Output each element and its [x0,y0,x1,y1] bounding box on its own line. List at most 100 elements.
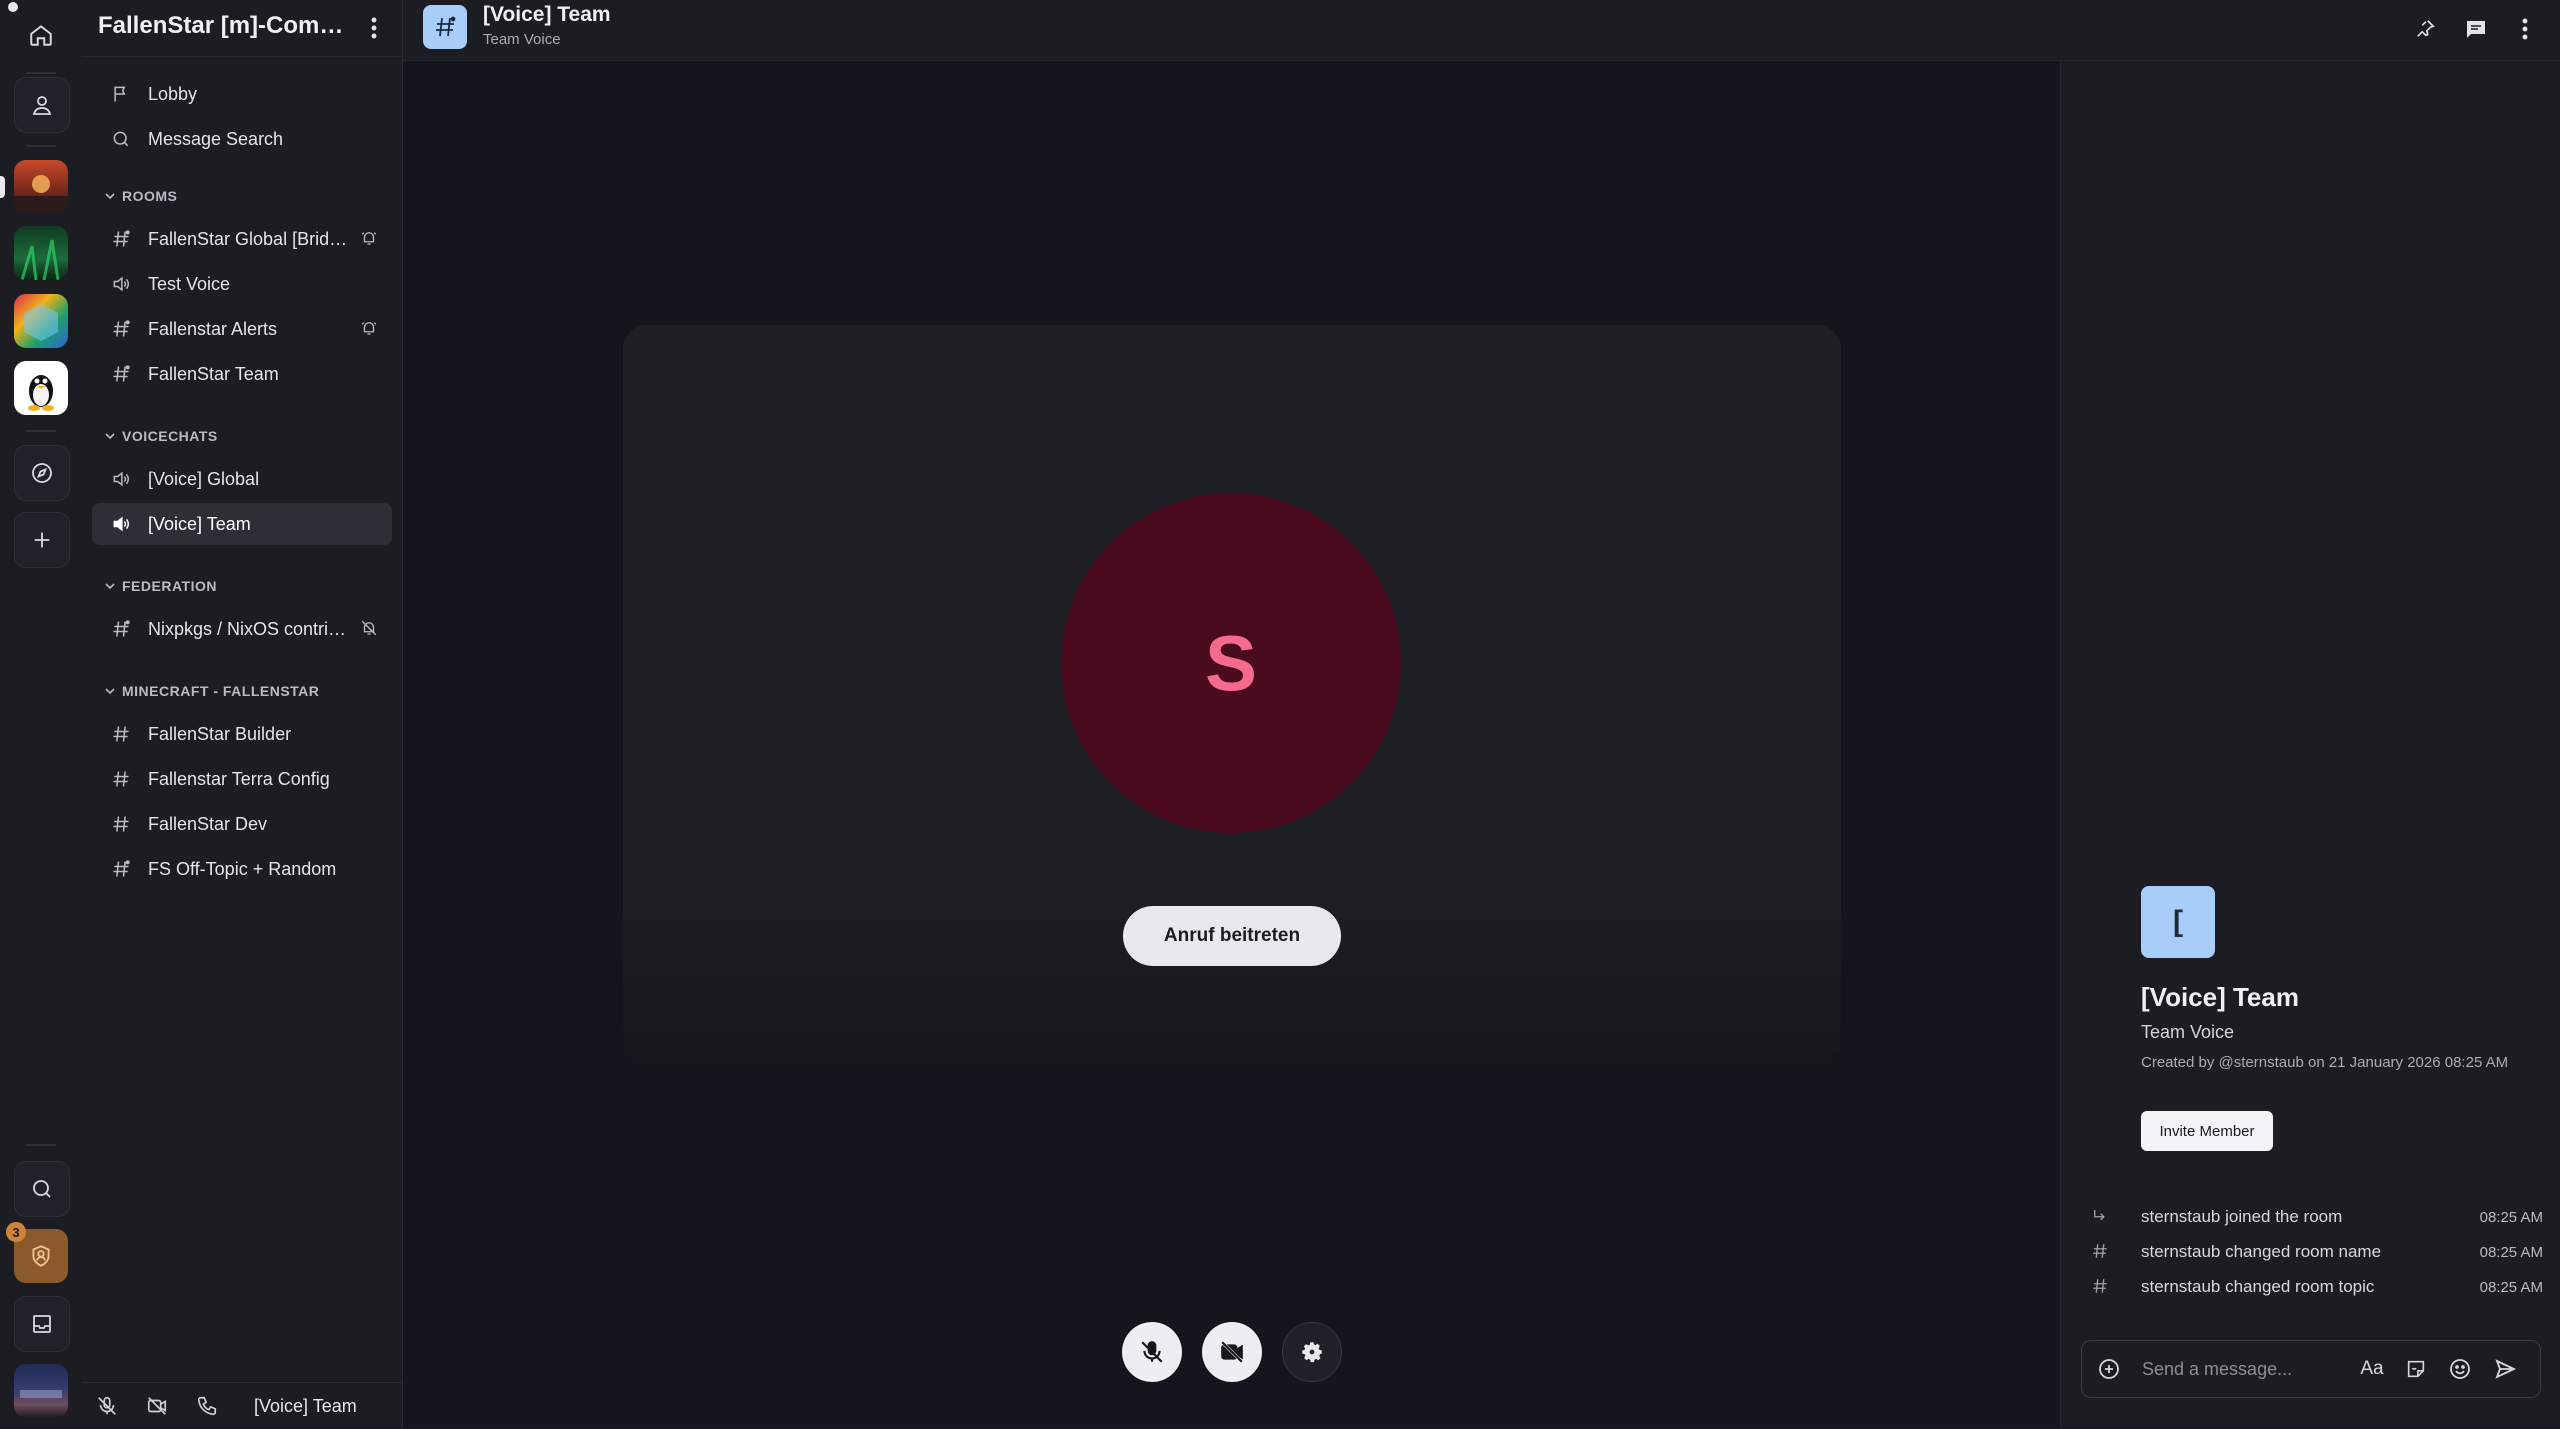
create-space-button[interactable] [14,512,70,568]
room-item-fallenstar-dev[interactable]: FallenStar Dev [92,803,392,845]
join-call-button[interactable]: Anruf beitreten [1123,906,1341,966]
room-chat-panel: [ [Voice] Team Team Voice Created by @st… [2060,61,2560,1428]
hash-icon [108,859,134,879]
room-info-name: [Voice] Team [2141,982,2299,1012]
arrow-join-icon [2091,1207,2109,1225]
rail-divider [26,72,56,74]
invite-member-button[interactable]: Invite Member [2141,1111,2273,1151]
rail-divider [26,430,56,432]
category-voicechats[interactable]: VOICECHATS [104,426,218,446]
event-text: sternstaub changed room topic [2141,1277,2375,1296]
attach-button[interactable] [2094,1354,2124,1384]
message-composer: Aa [2081,1340,2541,1398]
hash-icon [108,724,134,744]
explore-button[interactable] [14,445,70,501]
category-label: ROOMS [122,188,178,204]
direct-messages-button[interactable] [14,77,70,133]
room-item-test-voice[interactable]: Test Voice [92,263,392,305]
room-label: FS Off-Topic + Random [148,858,337,879]
room-label: Test Voice [148,273,231,294]
room-label: Fallenstar Alerts [148,318,278,339]
category-rooms[interactable]: ROOMS [104,186,177,206]
plus-circle-icon [2097,1357,2121,1381]
camera-toggle-button[interactable] [132,1383,182,1429]
room-menu-button[interactable] [2510,14,2540,44]
room-label: FallenStar Team [148,363,279,384]
send-button[interactable] [2490,1354,2520,1384]
speaker-icon [108,469,134,489]
video-off-icon [146,1395,168,1417]
home-icon [28,22,54,48]
message-input[interactable] [2140,1354,2354,1384]
more-vertical-icon [371,17,377,39]
hash-icon [2091,1277,2109,1295]
hash-icon [108,814,134,834]
search-button[interactable] [14,1161,70,1217]
call-settings-button[interactable] [1282,1322,1342,1382]
pin-icon [2414,18,2436,40]
category-label: MINECRAFT - FALLENSTAR [122,683,320,699]
unread-dot [8,2,18,12]
message-search-label: Message Search [148,128,284,149]
category-federation[interactable]: FEDERATION [104,576,217,596]
space-blocks[interactable] [14,294,68,348]
space-linux[interactable] [14,361,68,415]
chat-toggle-button[interactable] [2461,14,2491,44]
space-fallenstar[interactable] [14,160,68,214]
room-item-off-topic[interactable]: FS Off-Topic + Random [92,848,392,890]
room-avatar[interactable] [423,5,467,49]
lobby-item[interactable]: Lobby [92,73,392,115]
event-text: sternstaub changed room name [2141,1242,2382,1261]
speaker-icon [108,274,134,294]
chevron-down-icon [104,580,116,592]
message-search-item[interactable]: Message Search [92,118,392,160]
space-menu-button[interactable] [360,14,388,42]
emoji-button[interactable] [2445,1354,2475,1384]
timeline-event: sternstaub joined the room 08:25 AM [2061,1202,2560,1232]
room-item-voice-global[interactable]: [Voice] Global [92,458,392,500]
active-space-indicator [0,176,5,198]
more-vertical-icon [2522,18,2528,40]
room-item-nixpkgs[interactable]: Nixpkgs / NixOS contributors [92,608,392,650]
flag-icon [108,84,134,104]
room-title[interactable]: [Voice] Team [483,3,611,27]
timeline-event: sternstaub changed room topic 08:25 AM [2061,1272,2560,1302]
hash-icon [108,364,134,384]
mute-toggle-button[interactable] [82,1383,132,1429]
room-label: FallenStar Dev [148,813,268,834]
room-item-voice-team[interactable]: [Voice] Team [92,503,392,545]
video-off-icon [1219,1339,1245,1365]
inbox-button[interactable] [14,1296,70,1352]
hash-icon [108,229,134,249]
lobby-label: Lobby [148,83,198,104]
camera-toggle-button[interactable] [1202,1322,1262,1382]
room-item-fallenstar-team[interactable]: FallenStar Team [92,353,392,395]
mic-off-icon [96,1395,118,1417]
pinned-messages-button[interactable] [2410,14,2440,44]
bell-ring-icon [360,319,378,337]
home-button[interactable] [14,8,68,62]
room-item-terra-config[interactable]: Fallenstar Terra Config [92,758,392,800]
microphone-toggle-button[interactable] [1122,1322,1182,1382]
speaker-icon [108,514,134,534]
room-item-fallenstar-global[interactable]: FallenStar Global [Bridged] [92,218,392,260]
formatting-button[interactable]: Aa [2357,1354,2387,1384]
user-avatar[interactable] [14,1364,68,1418]
room-label: [Voice] Team [148,513,251,534]
event-time: 08:25 AM [2479,1209,2543,1226]
rail-divider [26,145,56,147]
compass-icon [30,461,54,485]
category-minecraft[interactable]: MINECRAFT - FALLENSTAR [104,681,319,701]
search-icon [30,1177,54,1201]
room-item-fallenstar-builder[interactable]: FallenStar Builder [92,713,392,755]
chevron-down-icon [104,190,116,202]
call-button[interactable] [182,1383,232,1429]
sticker-button[interactable] [2401,1354,2431,1384]
room-sidebar: FallenStar [m]-Community Lobby Message S… [82,0,403,1428]
chevron-down-icon [104,430,116,442]
space-green[interactable] [14,226,68,280]
room-label: FallenStar Global [Bridged] [148,228,348,249]
space-title[interactable]: FallenStar [m]-Community [98,12,348,40]
notification-count-badge: 3 [6,1222,26,1242]
room-item-fallenstar-alerts[interactable]: Fallenstar Alerts [92,308,392,350]
